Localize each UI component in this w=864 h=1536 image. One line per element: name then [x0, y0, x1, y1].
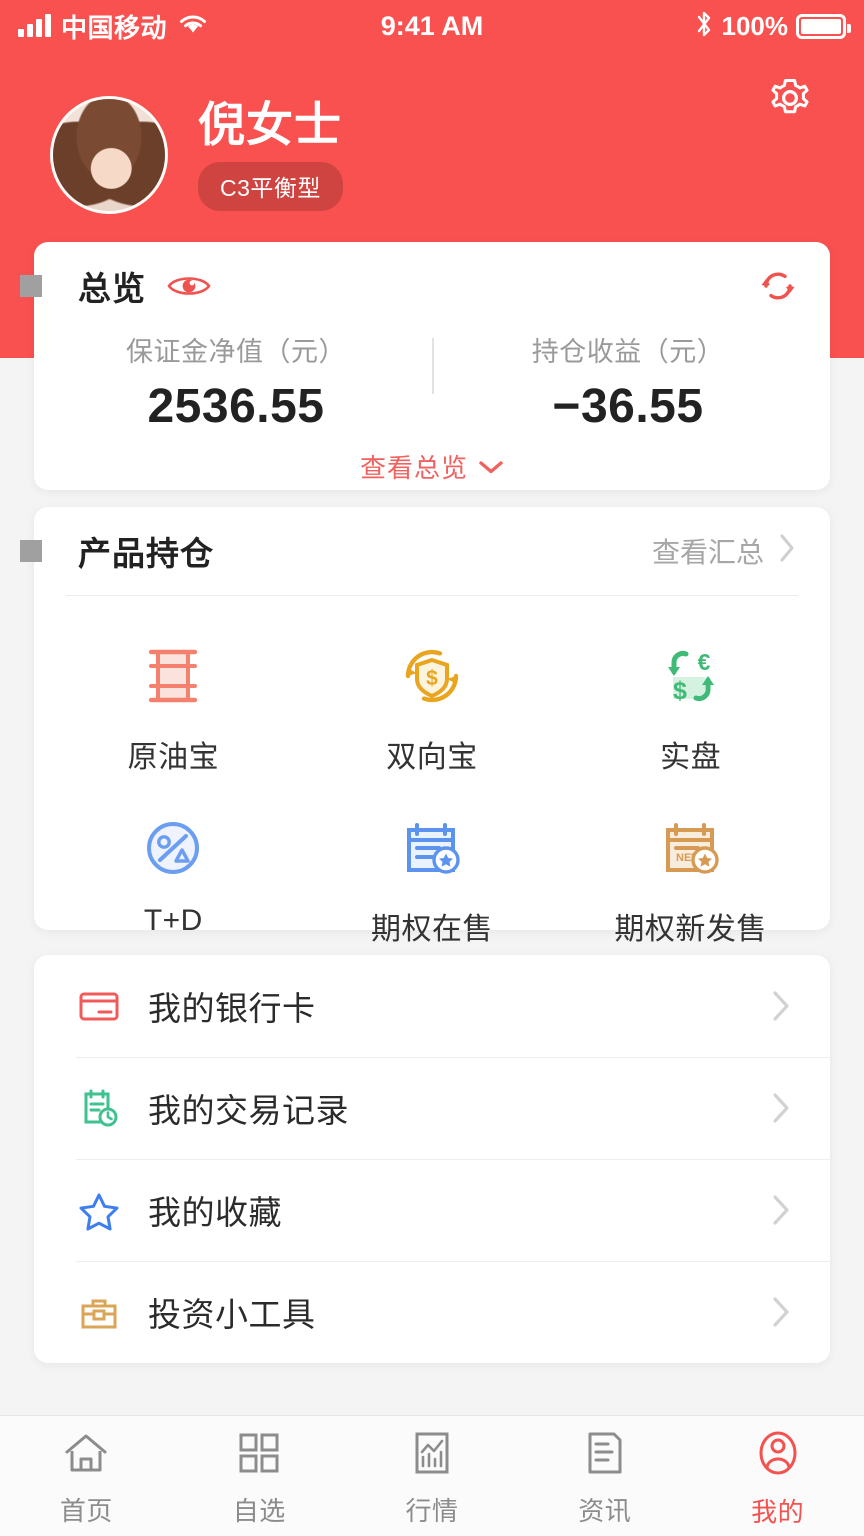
tab-label: 资讯: [578, 1496, 632, 1526]
holding-item-crude-oil[interactable]: 原油宝: [44, 624, 303, 796]
refresh-icon[interactable]: [756, 264, 800, 308]
svg-text:$: $: [673, 677, 687, 705]
chevron-right-icon: [770, 987, 792, 1025]
star-outline-icon: [76, 1188, 122, 1232]
grid-icon: [236, 1430, 282, 1481]
news-icon: [584, 1430, 626, 1481]
stat-position-profit: 持仓收益（元） −36.55: [432, 330, 824, 434]
stat-margin-net-value: 保证金净值（元） 2536.55: [40, 330, 432, 434]
overview-card: 总览 保证金净值（元） 2536.55 持仓收益（元） −36.55 查看总览: [20, 242, 830, 490]
menu-item-invest-tools[interactable]: 投资小工具: [34, 1261, 830, 1363]
tab-profile[interactable]: 我的: [691, 1423, 864, 1529]
menu-label: 我的收藏: [148, 1194, 282, 1231]
chevron-right-icon: [770, 1191, 792, 1229]
stat-label: 持仓收益（元）: [531, 337, 725, 367]
menu-item-trade-records[interactable]: 我的交易记录: [34, 1057, 830, 1159]
risk-badge: C3平衡型: [198, 162, 343, 212]
menu-item-favorites[interactable]: 我的收藏: [34, 1159, 830, 1261]
menu-item-bank-card[interactable]: 我的银行卡: [34, 955, 830, 1057]
tab-home[interactable]: 首页: [0, 1424, 173, 1528]
view-summary-label: 查看汇总: [651, 537, 764, 568]
view-overview-link[interactable]: 查看总览: [34, 448, 830, 485]
menu-card: 我的银行卡 我的交易记录 我的收藏 投资小工具: [34, 955, 830, 1363]
calendar-new-star-icon: NEW: [653, 810, 729, 886]
holding-label: 实盘: [660, 741, 722, 774]
holding-item-real-trade[interactable]: € $ 实盘: [561, 624, 820, 796]
menu-label: 我的银行卡: [148, 990, 316, 1027]
view-overview-label: 查看总览: [359, 453, 468, 483]
chevron-right-icon: [778, 532, 796, 571]
toolbox-icon: [76, 1290, 122, 1334]
clipboard-clock-icon: [76, 1086, 122, 1130]
stat-label: 保证金净值（元）: [126, 337, 346, 367]
user-circle-icon: [755, 1429, 801, 1482]
holding-item-tplusd[interactable]: T+D: [44, 796, 303, 968]
avatar[interactable]: [50, 96, 168, 214]
stat-value: −36.55: [552, 380, 704, 433]
holdings-grid: 原油宝 $ 双向宝 € $ 实盘 T+D 期权在售 NEW 期权新发售: [34, 596, 830, 968]
tab-watchlist[interactable]: 自选: [173, 1424, 346, 1528]
view-summary-link[interactable]: 查看汇总: [652, 531, 796, 571]
holding-item-two-way[interactable]: $ 双向宝: [303, 624, 562, 796]
app-screen: 中国移动 9:41 AM 100% 倪女士 C3平衡型 总览 保证金净值（元） …: [0, 0, 864, 1536]
holding-item-options-onsale[interactable]: 期权在售: [303, 796, 562, 968]
overview-stats: 保证金净值（元） 2536.55 持仓收益（元） −36.55: [34, 330, 830, 434]
calendar-star-icon: [394, 810, 470, 886]
shield-dollar-refresh-icon: $: [394, 638, 470, 714]
holding-label: T+D: [143, 904, 203, 937]
status-bar: 中国移动 9:41 AM 100%: [0, 0, 864, 52]
holdings-header: 产品持仓 查看汇总: [34, 507, 830, 595]
clock-label: 9:41 AM: [380, 10, 484, 41]
chevron-right-icon: [770, 1089, 792, 1127]
tab-news[interactable]: 资讯: [518, 1424, 691, 1528]
battery-full-icon: [796, 13, 851, 39]
profile-header[interactable]: 倪女士 C3平衡型: [50, 96, 343, 214]
menu-label: 我的交易记录: [148, 1092, 349, 1129]
holdings-title: 产品持仓: [78, 535, 214, 572]
tab-label: 我的: [751, 1497, 805, 1527]
oil-barrel-icon: [135, 638, 211, 714]
home-icon: [61, 1430, 111, 1481]
holding-item-options-new[interactable]: NEW 期权新发售: [561, 796, 820, 968]
overview-title: 总览: [78, 270, 146, 307]
svg-text:$: $: [426, 667, 438, 690]
svg-text:€: €: [697, 649, 710, 675]
holding-label: 期权新发售: [614, 913, 767, 946]
gear-icon[interactable]: [764, 74, 816, 126]
tab-label: 自选: [232, 1496, 286, 1526]
user-name: 倪女士: [198, 97, 342, 151]
holding-label: 原油宝: [127, 741, 220, 774]
holding-label: 双向宝: [386, 741, 478, 774]
user-avatar-photo: [53, 99, 165, 211]
holding-label: 期权在售: [370, 913, 493, 946]
section-marker: [20, 540, 42, 562]
stat-value: 2536.55: [147, 380, 325, 433]
stats-divider: [432, 338, 434, 394]
currency-exchange-icon: € $: [653, 638, 729, 714]
eye-icon[interactable]: [166, 271, 212, 301]
bank-card-icon: [76, 984, 122, 1028]
product-holdings-card: 产品持仓 查看汇总 原油宝 $ 双向宝 € $ 实盘 T+D 期权在售 NEW …: [20, 507, 830, 946]
chevron-right-icon: [770, 1293, 792, 1331]
chevron-down-icon: [478, 451, 504, 482]
tab-label: 首页: [59, 1496, 113, 1526]
chart-icon: [411, 1430, 453, 1481]
overview-header: 总览: [34, 242, 830, 330]
tab-bar: 首页 自选 行情 资讯 我的: [0, 1415, 864, 1536]
tab-market[interactable]: 行情: [346, 1424, 519, 1528]
profile-text: 倪女士 C3平衡型: [198, 97, 343, 212]
menu-label: 投资小工具: [148, 1296, 316, 1333]
percent-circle-icon: [135, 810, 211, 886]
tab-label: 行情: [405, 1496, 459, 1526]
section-marker: [20, 275, 42, 297]
